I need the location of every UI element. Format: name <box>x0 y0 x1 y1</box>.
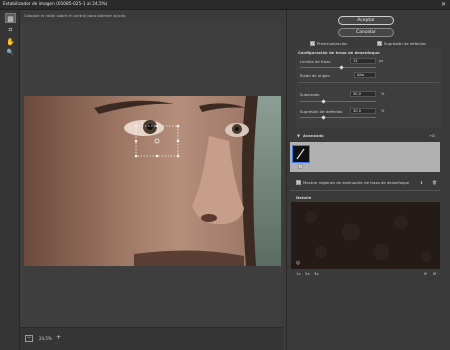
detail-title: Detalle <box>296 195 312 200</box>
blur-direction-tool-icon[interactable]: ⌗ <box>5 25 16 35</box>
source-noise-label: Ruido de origen <box>300 73 330 78</box>
defect-suppression-slider[interactable] <box>300 117 376 118</box>
smoothing-slider[interactable] <box>300 101 376 102</box>
zoom-in-button[interactable]: + <box>56 334 61 341</box>
add-blur-trace-icon[interactable]: +⊡ <box>429 133 435 138</box>
detail-loupe[interactable] <box>291 202 440 269</box>
image-preview[interactable] <box>24 96 281 266</box>
trace-limits-field[interactable]: 15 <box>350 58 376 64</box>
detail-size-option-3[interactable]: 3x <box>314 271 319 276</box>
detail-refresh-icon[interactable]: ⟳ <box>424 271 427 276</box>
detail-size-option-1[interactable]: 1x <box>296 271 301 276</box>
smoothing-unit: % <box>381 92 385 96</box>
cancel-button[interactable]: Cancelar <box>338 28 394 37</box>
zoom-level: 24,5% <box>39 336 52 341</box>
zoom-bar: − 24,5% + <box>20 327 283 350</box>
trace-config-title: Configuración de trazo de desenfoque <box>298 50 380 55</box>
defect-suppression-field[interactable]: 30,0 <box>350 108 376 114</box>
blur-trace-list <box>290 142 440 172</box>
detail-focus-icon[interactable]: ◎ <box>296 260 300 266</box>
blur-trace-icon <box>296 148 305 160</box>
preview-label: Previsualización <box>317 41 348 46</box>
close-icon[interactable]: ✕ <box>441 1 446 8</box>
trace-limits-slider[interactable] <box>300 67 376 68</box>
blur-estimation-tool-icon[interactable]: ▦ <box>5 13 16 23</box>
zoom-tool-icon[interactable]: 🔍 <box>5 48 16 58</box>
face-photo <box>24 96 281 266</box>
hand-tool-icon[interactable]: ✋ <box>5 37 16 47</box>
artifact-suppression-label: Supresión de defectos <box>384 41 427 46</box>
smoothing-label: Suavizado <box>300 92 320 97</box>
trace-limits-label: Límites de trazo <box>300 59 331 64</box>
preview-checkbox[interactable]: ✓ <box>310 41 315 46</box>
smoothing-field[interactable]: 30,0 <box>350 91 376 97</box>
window-title: Estabilizador de imagen (01085-025-1 al … <box>3 2 108 7</box>
help-hint: Coloque el ratón sobre el control para o… <box>24 13 127 18</box>
delete-icon[interactable]: 🗑 <box>432 180 437 185</box>
defect-suppression-unit: % <box>381 109 385 113</box>
blur-trace-enabled-checkbox[interactable]: ✓ <box>298 164 303 169</box>
source-noise-select[interactable]: Alto <box>354 72 376 78</box>
show-regions-checkbox[interactable]: ✓ <box>296 180 301 185</box>
title-bar: Estabilizador de imagen (01085-025-1 al … <box>0 0 450 10</box>
export-icon[interactable]: ⬇ <box>420 180 423 185</box>
detail-close-icon[interactable]: ⊟ <box>433 271 436 276</box>
detail-texture <box>291 202 440 269</box>
trace-limits-unit: px <box>379 59 384 63</box>
show-regions-label: Mostrar regiones de estimación de trazo … <box>303 180 410 185</box>
ok-button[interactable]: Aceptar <box>338 16 394 25</box>
defect-suppression-label: Supresión de defectos <box>300 109 343 114</box>
advanced-title: Avanzado <box>303 133 324 138</box>
artifact-suppression-checkbox[interactable]: ✓ <box>377 41 382 46</box>
detail-size-option-2[interactable]: 2x <box>305 271 310 276</box>
blur-trace-thumbnail[interactable] <box>292 145 310 163</box>
divider <box>290 190 440 191</box>
zoom-out-button[interactable]: − <box>25 335 33 342</box>
divider <box>298 82 439 83</box>
advanced-expand-icon[interactable]: ▼ <box>297 133 300 138</box>
tools-panel: ▦ ⌗ ✋ 🔍 <box>0 10 20 350</box>
